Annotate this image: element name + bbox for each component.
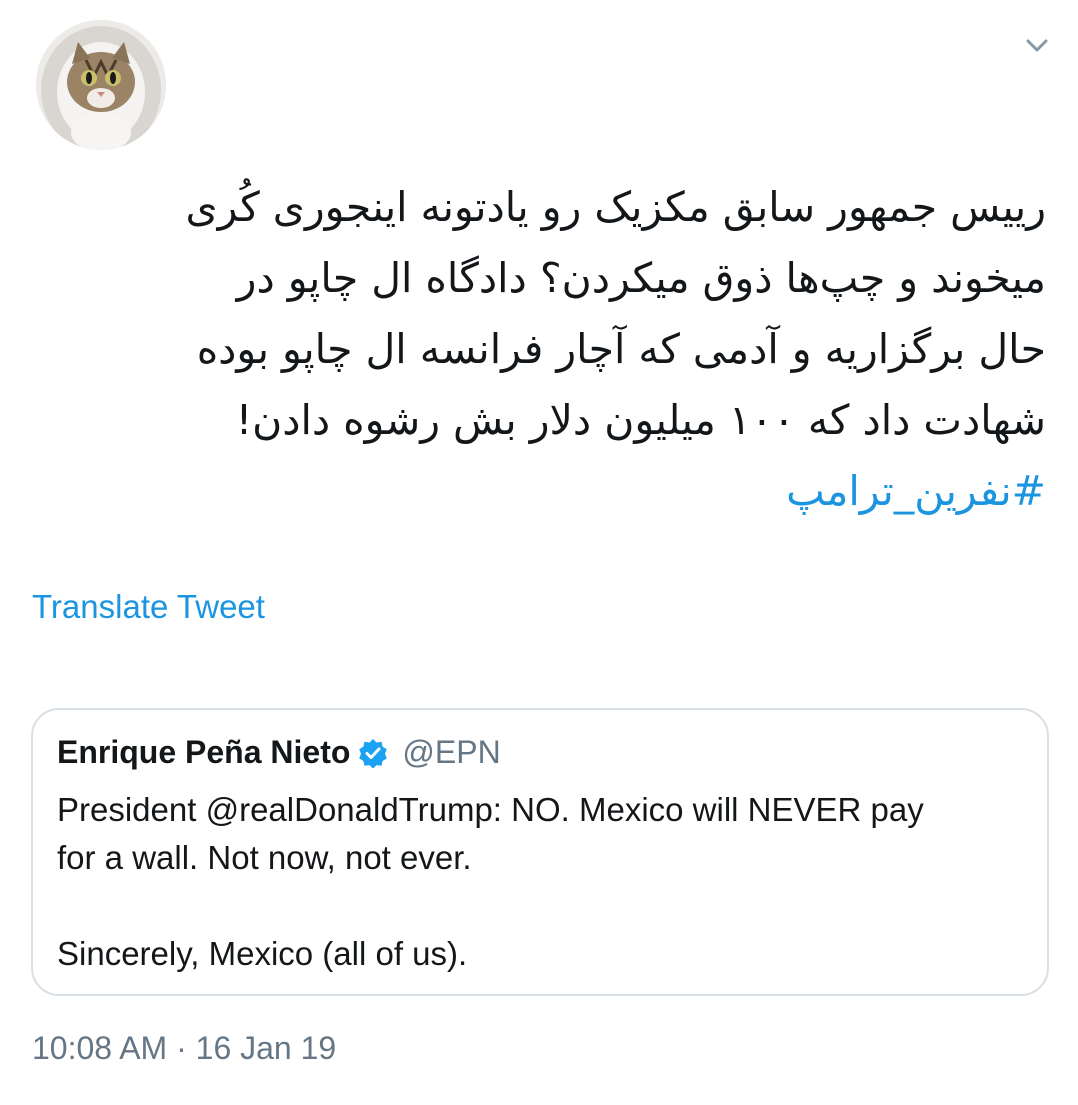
tweet-text-line: شهادت داد که ۱۰۰ میلیون دلار بش رشوه داد… [235, 396, 1046, 444]
tweet-text: رییس جمهور سابق مکزیک رو یادتونه اینجوری… [36, 172, 1046, 527]
cat-avatar-icon [36, 20, 166, 150]
tweet-text-line: رییس جمهور سابق مکزیک رو یادتونه اینجوری… [185, 183, 1046, 231]
quoted-text-closing: Sincerely, Mexico (all of us). [57, 935, 468, 972]
tweet-text-line: میخوند و چپ‌ها ذوق میکردن؟ دادگاه ال چاپ… [236, 254, 1046, 302]
tweet-card: رییس جمهور سابق مکزیک رو یادتونه اینجوری… [0, 0, 1078, 1105]
quoted-tweet[interactable]: Enrique Peña Nieto @EPN President @realD… [31, 708, 1049, 996]
hashtag-link[interactable]: #نفرین_ترامپ [36, 456, 1046, 527]
tweet-timestamp[interactable]: 10:08 AM · 16 Jan 19 [32, 1030, 336, 1067]
quoted-author-handle: @EPN [402, 734, 501, 770]
verified-badge-icon [358, 738, 388, 768]
chevron-down-icon [1026, 39, 1048, 52]
tweet-text-line: حال برگزاریه و آدمی که آچار فرانسه ال چا… [196, 325, 1046, 373]
author-avatar[interactable] [36, 20, 166, 150]
translate-tweet-link[interactable]: Translate Tweet [32, 588, 265, 626]
quoted-author-name: Enrique Peña Nieto [57, 734, 351, 770]
quoted-tweet-header: Enrique Peña Nieto @EPN [57, 734, 501, 771]
tweet-menu-button[interactable] [1022, 30, 1052, 60]
quoted-tweet-text: President @realDonaldTrump: NO. Mexico w… [57, 786, 1017, 978]
quoted-text-line: President @realDonaldTrump: NO. Mexico w… [57, 791, 924, 828]
quoted-text-line: for a wall. Not now, not ever. [57, 839, 472, 876]
